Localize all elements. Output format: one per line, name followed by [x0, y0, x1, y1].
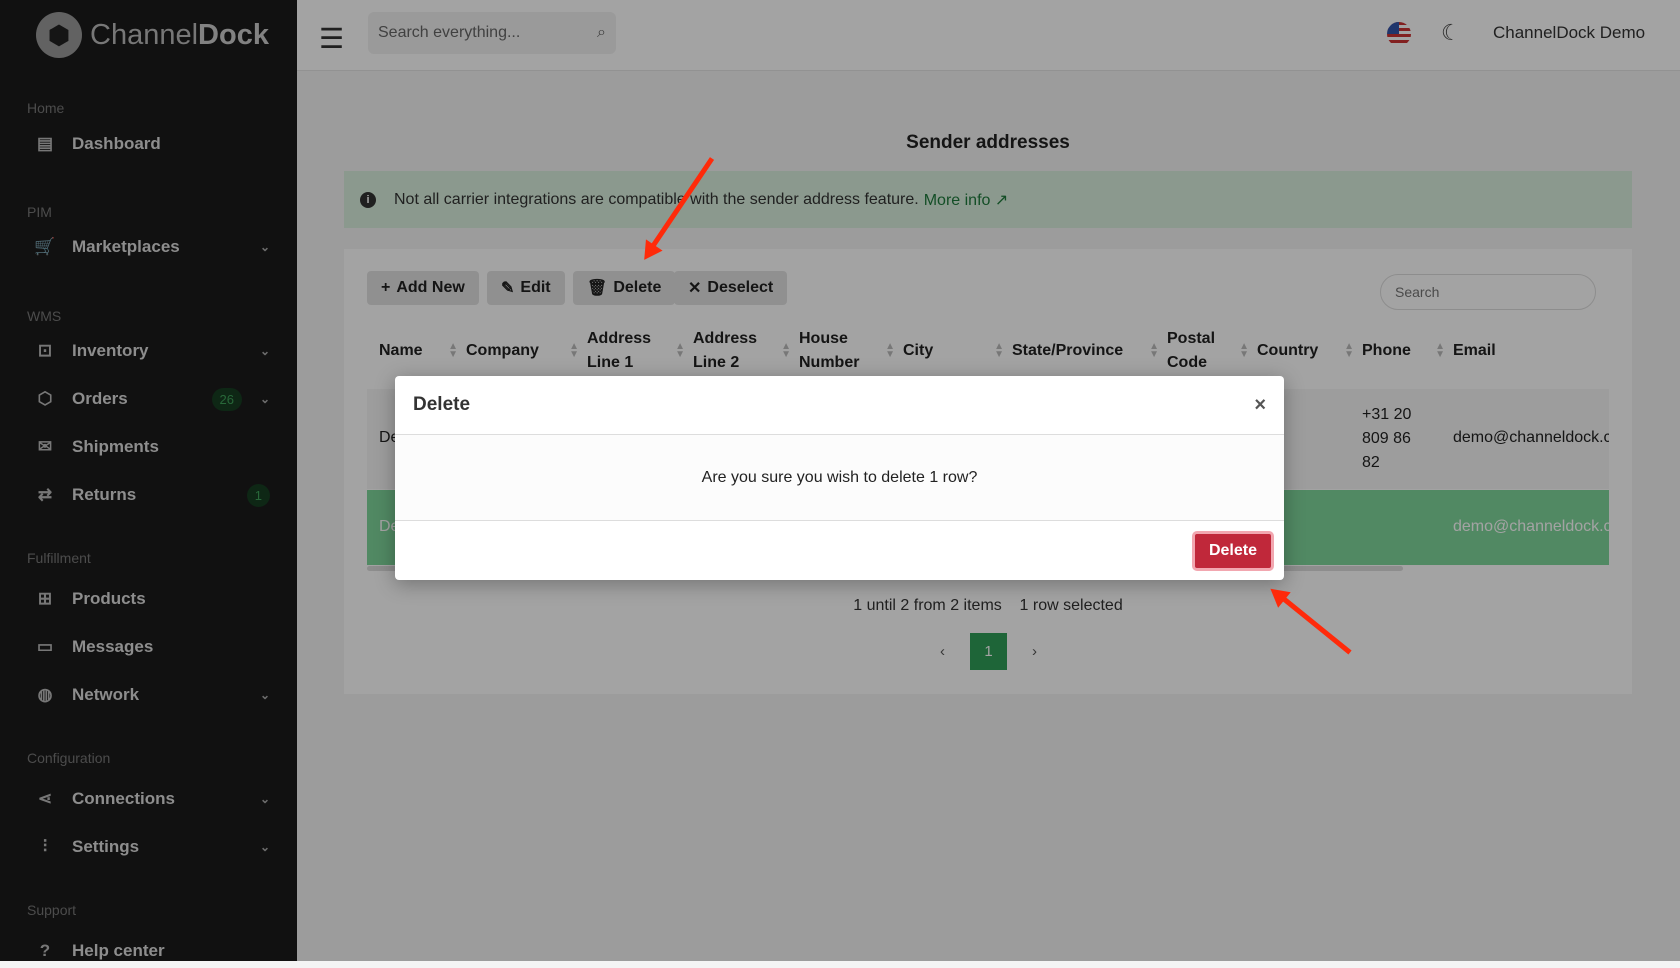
delete-dialog: Delete × Are you sure you wish to delete …	[395, 376, 1284, 580]
confirm-delete-button[interactable]: Delete	[1191, 531, 1274, 571]
dialog-title: Delete	[413, 394, 471, 415]
close-icon[interactable]: ×	[1254, 394, 1266, 417]
dialog-message: Are you sure you wish to delete 1 row?	[395, 435, 1284, 521]
